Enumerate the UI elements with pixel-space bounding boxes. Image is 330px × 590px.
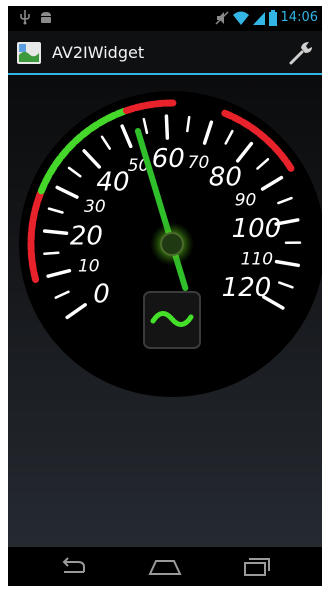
zone-dash [29, 209, 38, 224]
gauge-label: 120 [222, 273, 272, 303]
zone-dash [104, 111, 118, 122]
app-launcher-icon[interactable] [16, 41, 42, 65]
gauge-label: 110 [241, 249, 273, 269]
zone-dash [52, 155, 64, 168]
zone-dash [87, 121, 101, 133]
zone-dash [283, 158, 295, 172]
home-icon[interactable] [145, 555, 185, 579]
zone-dash [255, 129, 269, 142]
mute-icon [215, 11, 229, 25]
recents-icon[interactable] [236, 555, 276, 579]
zone-dash [221, 109, 235, 120]
phone-screen: 14:06 AV2IWidget 0 10 20 30 40 50 60 70 … [8, 6, 322, 586]
speedometer-gauge: 01020304050 60 70 8090100110120 [19, 91, 322, 397]
zone-dash [277, 150, 289, 164]
back-icon[interactable] [54, 555, 94, 579]
zone-dash [58, 147, 70, 160]
zone-dash [113, 108, 128, 118]
wrench-icon[interactable] [286, 39, 316, 67]
zone-dash [79, 126, 92, 139]
zone-dash [46, 163, 58, 177]
zone-dash [37, 180, 48, 195]
gauge-label: 40 [96, 167, 129, 197]
status-clock: 14:06 [280, 10, 318, 25]
usb-icon [20, 10, 30, 25]
nav-bar [8, 547, 322, 586]
zone-dash [30, 269, 40, 284]
gauge-label: 90 [235, 190, 257, 210]
zone-dash [239, 118, 253, 130]
zone-dash [132, 102, 147, 112]
major-tick [164, 114, 170, 140]
signal-icon [252, 12, 265, 25]
wifi-icon [232, 11, 249, 25]
gauge-label: 80 [209, 163, 242, 193]
widget-area: 0 10 20 30 40 50 60 70 80 90 100 110 120 [8, 75, 322, 547]
zone-dash [31, 199, 41, 214]
zone-dash [270, 143, 283, 156]
zone-dash [247, 123, 261, 136]
gauge-label: 70 [188, 153, 210, 173]
zone-dash [71, 133, 84, 145]
needle-hub [160, 232, 184, 256]
zone-dash [42, 171, 53, 186]
gauge-label: 0 [93, 279, 110, 309]
zone-dash [230, 113, 244, 125]
battery-icon [268, 10, 277, 26]
zone-dash [142, 100, 157, 109]
zone-dash [122, 104, 137, 115]
zone-dash [263, 136, 276, 149]
mode-button[interactable] [143, 291, 201, 349]
zone-dash [27, 249, 36, 264]
app-title: AV2IWidget [52, 43, 145, 62]
zone-dash [28, 259, 37, 274]
zone-dash [95, 116, 109, 127]
zone-dash [152, 99, 167, 108]
zone-dash [64, 140, 77, 153]
gauge-label: 10 [78, 257, 100, 277]
zone-dash [34, 190, 44, 204]
minor-tick [43, 251, 60, 256]
zone-dash [28, 219, 37, 234]
gauge-label: 20 [70, 221, 103, 251]
status-bar: 14:06 [8, 6, 322, 31]
gauge-label: 30 [84, 197, 106, 217]
action-bar: AV2IWidget [8, 31, 322, 75]
major-tick [42, 229, 69, 235]
gauge-label: 100 [232, 214, 282, 244]
gauge-label: 60 [152, 144, 185, 174]
android-debug-icon [41, 12, 51, 23]
